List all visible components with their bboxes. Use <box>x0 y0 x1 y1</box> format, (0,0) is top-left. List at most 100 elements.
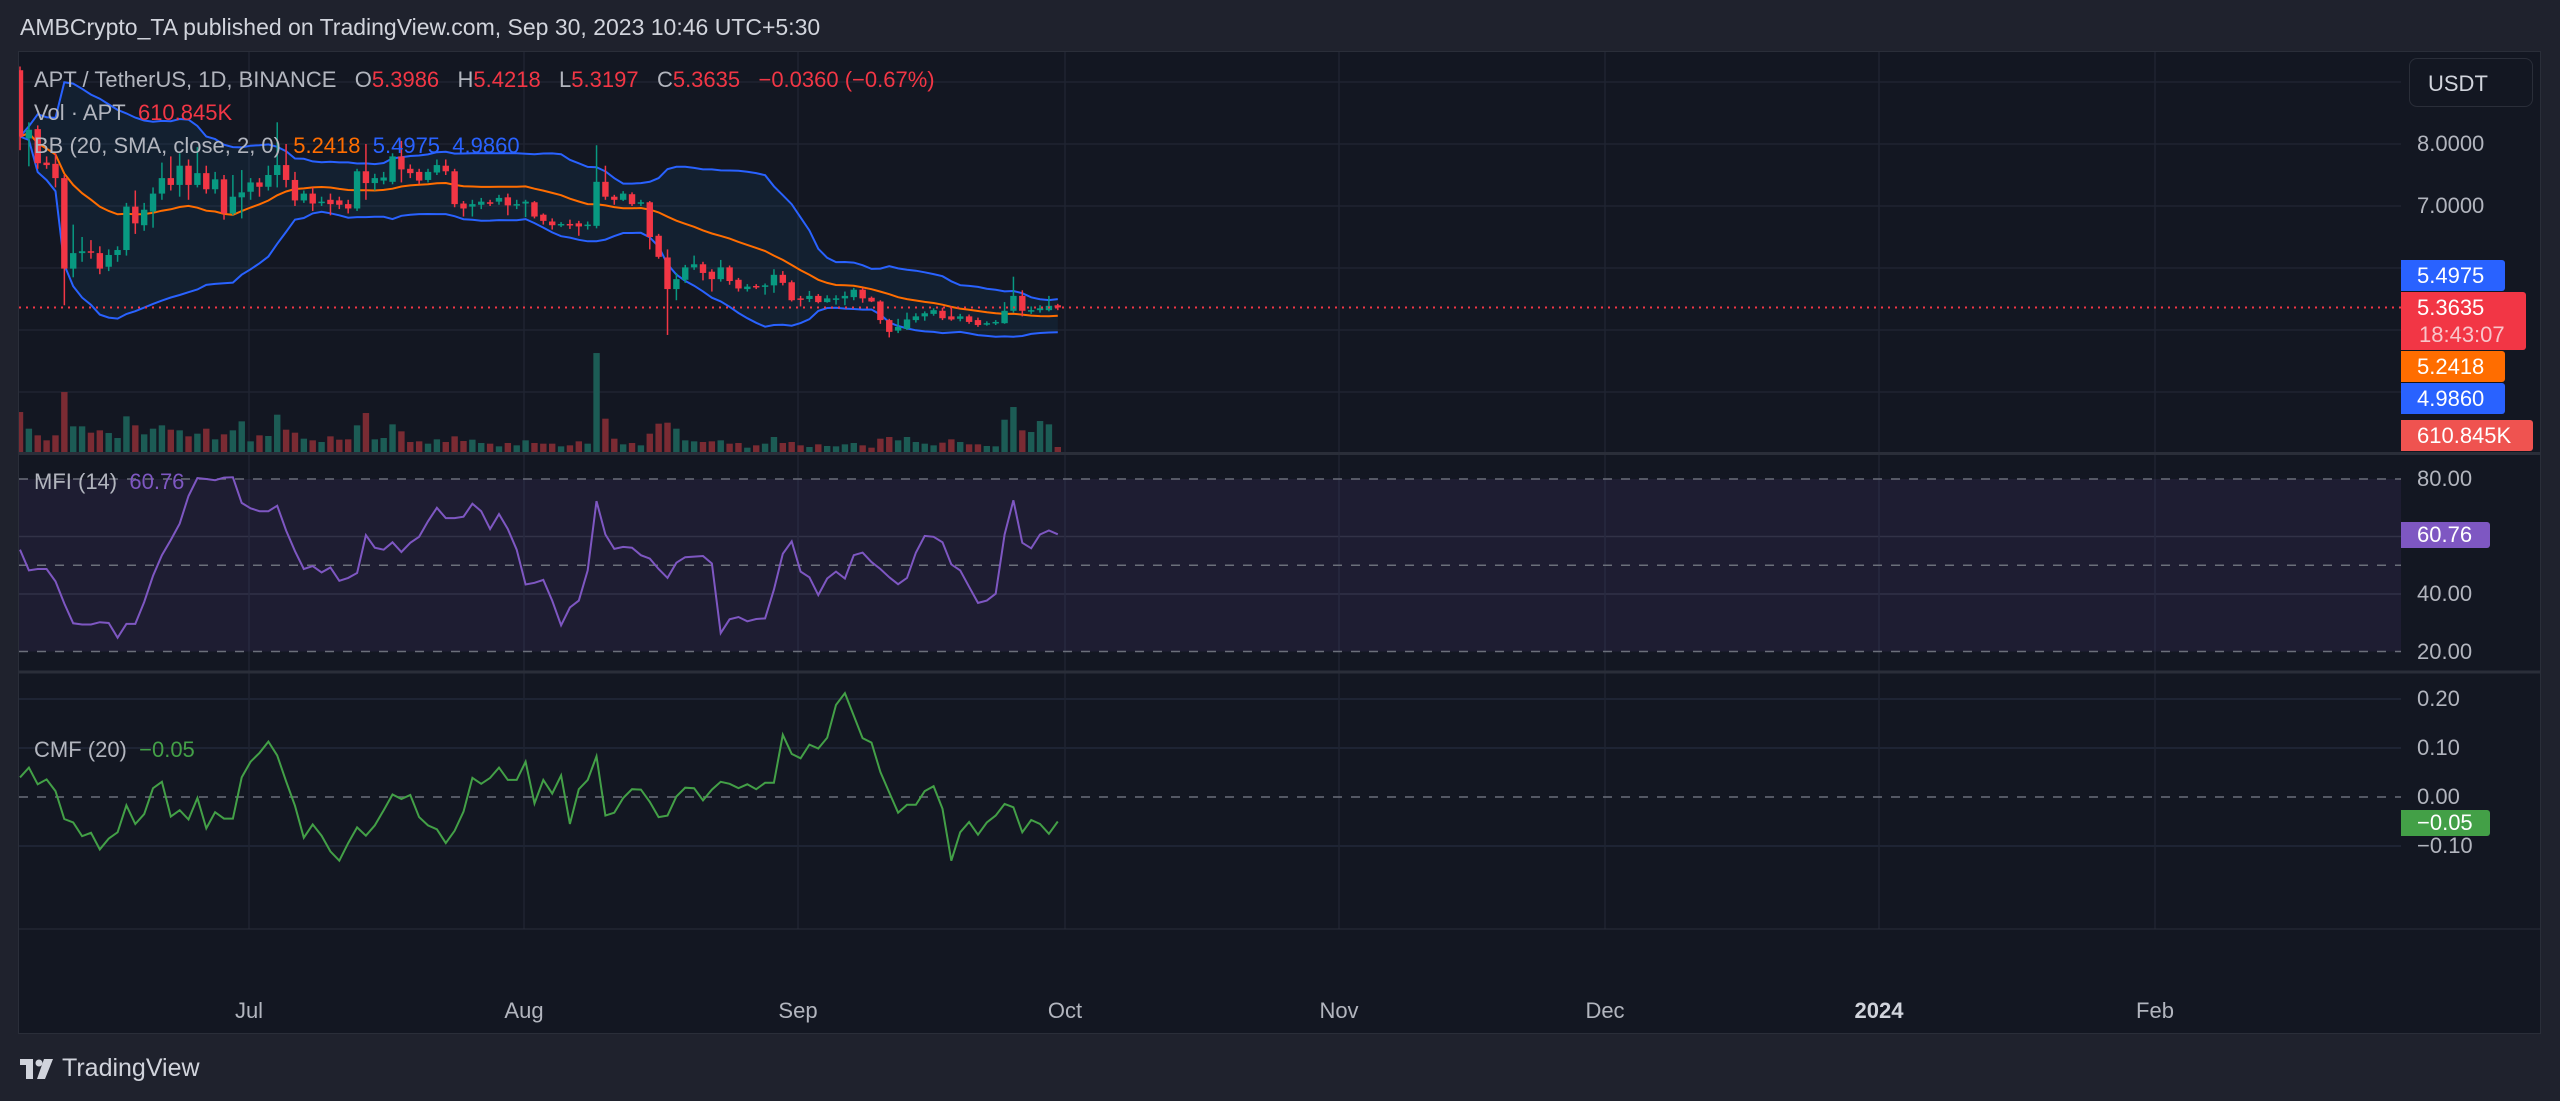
volume-bar <box>1019 430 1026 452</box>
open-label: O <box>354 67 372 92</box>
candle-body <box>886 320 893 332</box>
symbol-legend[interactable]: APT / TetherUS, 1D, BINANCE O5.3986 H5.4… <box>34 67 935 93</box>
volume-bar <box>327 436 334 452</box>
candle-body <box>96 253 104 269</box>
volume-bar <box>850 443 857 452</box>
candle-body <box>992 321 999 324</box>
volume-bar <box>903 437 911 452</box>
cmf-label: CMF (20) <box>34 737 127 762</box>
volume-bar <box>504 443 512 452</box>
volume-bar <box>451 436 458 452</box>
volume-bar <box>19 412 24 452</box>
bb-label: BB (20, SMA, close, 2, 0) <box>34 133 281 158</box>
volume-bar <box>513 445 520 452</box>
candle-body <box>513 204 520 206</box>
volume-bar <box>655 423 662 452</box>
tradingview-wordmark: TradingView <box>62 1054 200 1082</box>
chart-canvas[interactable] <box>0 0 2560 1101</box>
candle-body <box>256 182 263 187</box>
candle-body <box>566 223 574 226</box>
candle-body <box>593 181 600 226</box>
time-tick-label: Feb <box>2136 998 2174 1023</box>
volume-bar <box>282 429 290 452</box>
volume-bar <box>25 428 33 452</box>
candle-body <box>602 181 609 197</box>
volume-legend[interactable]: Vol · APT 610.845K <box>34 100 232 126</box>
last-price-value: 5.3635 <box>2417 295 2485 320</box>
candle-body <box>939 310 946 319</box>
candle-body <box>859 289 866 299</box>
volume-bar <box>96 430 104 452</box>
candle-body <box>194 173 201 185</box>
bb-lower-value: 4.9860 <box>452 133 520 158</box>
bb-upper-value: 5.4975 <box>372 133 441 158</box>
candle-body <box>149 193 157 212</box>
candle-body <box>486 202 494 204</box>
candle-body <box>930 310 937 314</box>
currency-button[interactable]: USDT <box>2409 58 2533 107</box>
volume-bar <box>238 421 245 452</box>
candle-body <box>655 235 662 257</box>
volume-bar <box>176 430 183 452</box>
candle-body <box>380 177 387 181</box>
candle-body <box>433 165 441 173</box>
candle-body <box>451 171 458 205</box>
candle-body <box>327 199 334 205</box>
candle-body <box>584 224 591 227</box>
volume-bar <box>619 444 627 452</box>
time-tick-label: 2024 <box>1854 998 1904 1023</box>
mfi-badge: 60.76 <box>2401 522 2490 548</box>
candle-body <box>877 301 884 321</box>
candle-body <box>823 298 831 303</box>
cmf-legend[interactable]: CMF (20) −0.05 <box>34 737 195 763</box>
volume-bar <box>788 442 795 452</box>
volume-bar <box>495 446 503 452</box>
high-value: 5.4218 <box>473 67 541 92</box>
volume-bar <box>593 353 600 452</box>
volume-bar <box>460 441 467 452</box>
bb-legend[interactable]: BB (20, SMA, close, 2, 0) 5.2418 5.4975 … <box>34 133 520 159</box>
volume-bar <box>132 425 139 452</box>
candle-body <box>19 70 24 137</box>
volume-bar <box>1010 407 1017 452</box>
candle-body <box>531 202 538 217</box>
candle-body <box>274 165 281 175</box>
volume-bar <box>549 443 556 452</box>
volume-bar <box>220 434 228 452</box>
volume-bar <box>699 442 707 452</box>
cmf-line <box>19 691 1059 863</box>
candle-body <box>770 274 778 286</box>
candle-body <box>708 271 716 280</box>
volume-bar <box>211 439 219 452</box>
symbol-name: APT / TetherUS, 1D, BINANCE <box>34 67 337 92</box>
volume-bar <box>291 432 299 452</box>
volume-bar <box>859 445 866 452</box>
candle-body <box>229 196 237 214</box>
volume-bar <box>185 436 192 452</box>
candle-body <box>185 165 192 185</box>
candle-body <box>628 194 636 205</box>
volume-bar <box>61 392 68 452</box>
volume-bar <box>1027 432 1035 452</box>
candle-body <box>43 162 50 166</box>
candle-body <box>203 173 210 190</box>
candle-body <box>690 264 698 268</box>
mfi-tick-label: 20.00 <box>2417 638 2473 664</box>
candle-body <box>140 209 148 226</box>
cmf-tick-label: 0.00 <box>2417 784 2460 809</box>
tradingview-logo[interactable]: TradingView <box>20 1054 200 1083</box>
volume-bar <box>78 426 86 452</box>
change-value: −0.0360 (−0.67%) <box>758 67 935 92</box>
volume-bar <box>584 443 591 452</box>
volume-bar <box>256 435 263 452</box>
volume-bar <box>664 422 671 452</box>
mfi-legend[interactable]: MFI (14) 60.76 <box>34 469 184 495</box>
cmf-tick-label: −0.10 <box>2417 833 2473 858</box>
volume-bar <box>815 444 822 452</box>
volume-bar <box>1045 424 1053 452</box>
volume-bar <box>353 425 361 452</box>
candle-body <box>948 316 955 320</box>
candle-body <box>123 206 130 251</box>
volume-bar <box>194 433 201 452</box>
candle-body <box>903 319 911 329</box>
